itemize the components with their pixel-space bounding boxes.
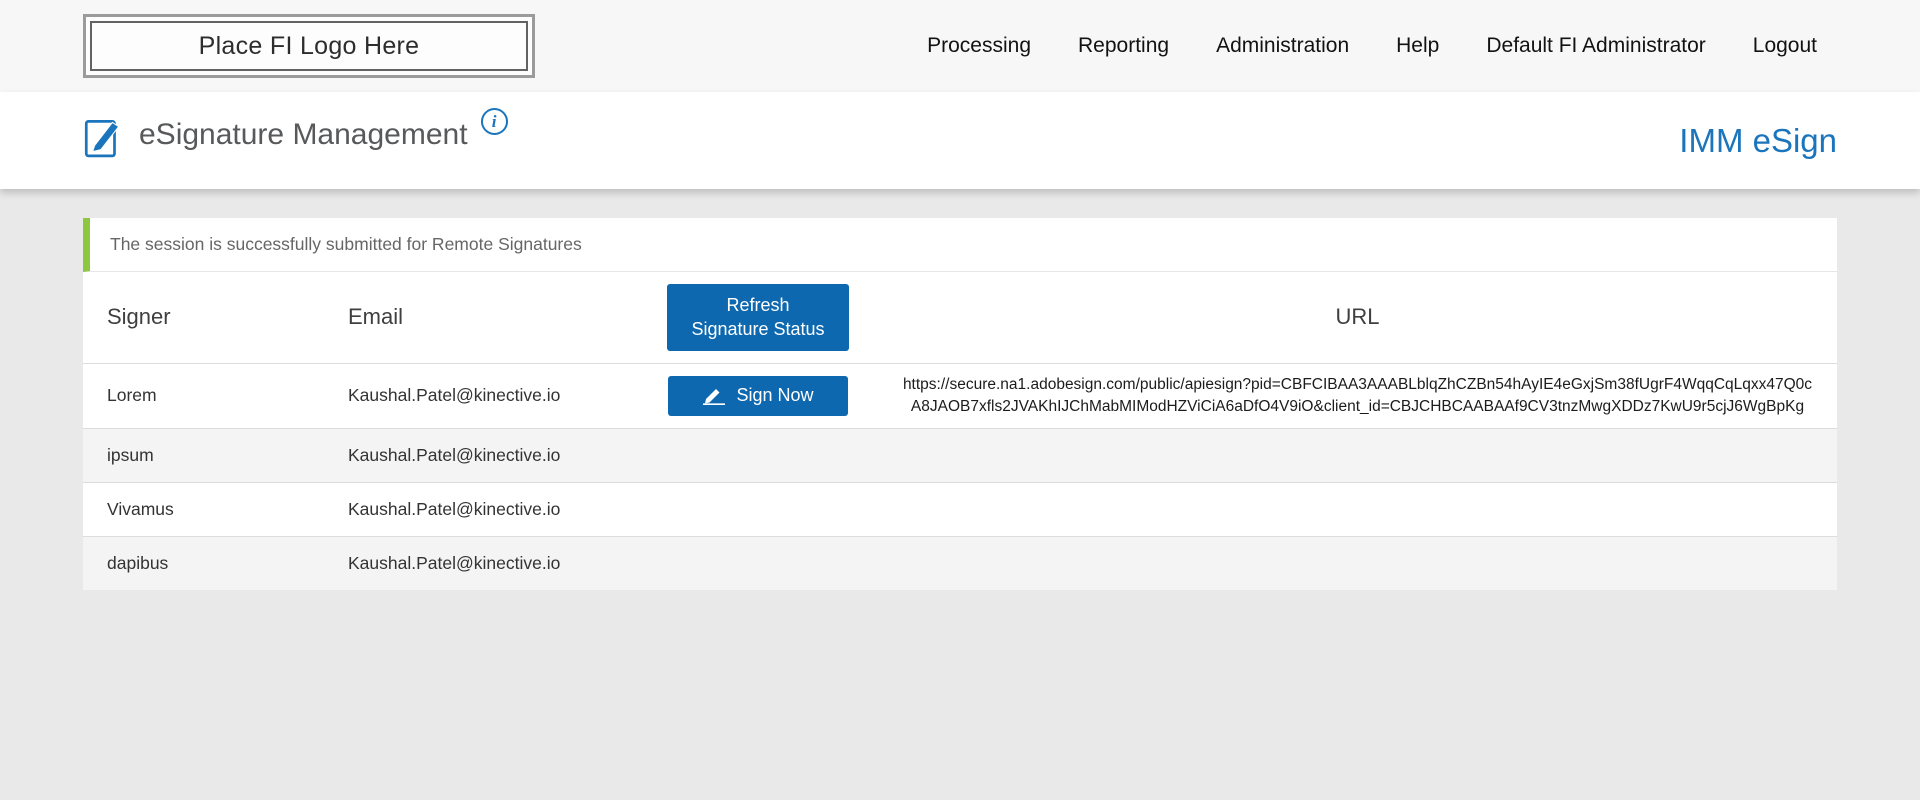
nav-item-reporting[interactable]: Reporting <box>1078 34 1169 58</box>
main-nav: Processing Reporting Administration Help… <box>927 34 1817 58</box>
content-area: The session is successfully submitted fo… <box>0 189 1920 590</box>
top-header: Place FI Logo Here Processing Reporting … <box>0 0 1920 92</box>
title-wrap: eSignature Management i <box>83 117 508 164</box>
success-alert-message: The session is successfully submitted fo… <box>110 234 582 255</box>
refresh-button-line1: Refresh <box>677 293 839 317</box>
table-row: Vivamus Kaushal.Patel@kinective.io <box>83 483 1837 537</box>
column-header-url: URL <box>878 272 1837 363</box>
signer-email: Kaushal.Patel@kinective.io <box>348 429 638 483</box>
fi-logo-placeholder: Place FI Logo Here <box>83 14 535 78</box>
nav-item-processing[interactable]: Processing <box>927 34 1031 58</box>
signer-name: ipsum <box>83 429 348 483</box>
signer-email: Kaushal.Patel@kinective.io <box>348 483 638 537</box>
signer-name: Vivamus <box>83 483 348 537</box>
signature-pen-icon <box>702 387 726 405</box>
nav-item-help[interactable]: Help <box>1396 34 1439 58</box>
nav-item-default-fi-administrator[interactable]: Default FI Administrator <box>1486 34 1705 58</box>
signer-url <box>878 483 1837 537</box>
refresh-signature-status-button[interactable]: Refresh Signature Status <box>667 284 849 351</box>
signer-action-cell: Sign Now <box>638 363 878 429</box>
table-row: dapibus Kaushal.Patel@kinective.io <box>83 537 1837 591</box>
signer-url <box>878 429 1837 483</box>
table-row: ipsum Kaushal.Patel@kinective.io <box>83 429 1837 483</box>
imm-esign-brand: IMM eSign <box>1679 122 1837 160</box>
column-header-email: Email <box>348 272 638 363</box>
page-title: eSignature Management <box>139 117 468 153</box>
signer-action-cell <box>638 429 878 483</box>
refresh-button-line2: Signature Status <box>677 317 839 341</box>
signer-action-cell <box>638 537 878 591</box>
table-row: Lorem Kaushal.Patel@kinective.io Sign No… <box>83 363 1837 429</box>
nav-item-administration[interactable]: Administration <box>1216 34 1349 58</box>
sign-now-label: Sign Now <box>736 385 813 406</box>
signers-panel: The session is successfully submitted fo… <box>83 218 1837 590</box>
table-header-row: Signer Email Refresh Signature Status UR… <box>83 272 1837 363</box>
signer-action-cell <box>638 483 878 537</box>
info-icon[interactable]: i <box>481 108 508 135</box>
signer-email: Kaushal.Patel@kinective.io <box>348 363 638 429</box>
signer-name: dapibus <box>83 537 348 591</box>
fi-logo-text: Place FI Logo Here <box>90 21 528 71</box>
nav-item-logout[interactable]: Logout <box>1753 34 1817 58</box>
signer-url: https://secure.na1.adobesign.com/public/… <box>878 363 1837 429</box>
signer-name: Lorem <box>83 363 348 429</box>
signer-url <box>878 537 1837 591</box>
signers-table: Signer Email Refresh Signature Status UR… <box>83 272 1837 590</box>
success-alert: The session is successfully submitted fo… <box>83 218 1837 272</box>
sign-now-button[interactable]: Sign Now <box>668 376 848 416</box>
signer-email: Kaushal.Patel@kinective.io <box>348 537 638 591</box>
esignature-document-icon <box>83 113 123 164</box>
column-header-action: Refresh Signature Status <box>638 272 878 363</box>
column-header-signer: Signer <box>83 272 348 363</box>
page-subheader: eSignature Management i IMM eSign <box>0 92 1920 189</box>
